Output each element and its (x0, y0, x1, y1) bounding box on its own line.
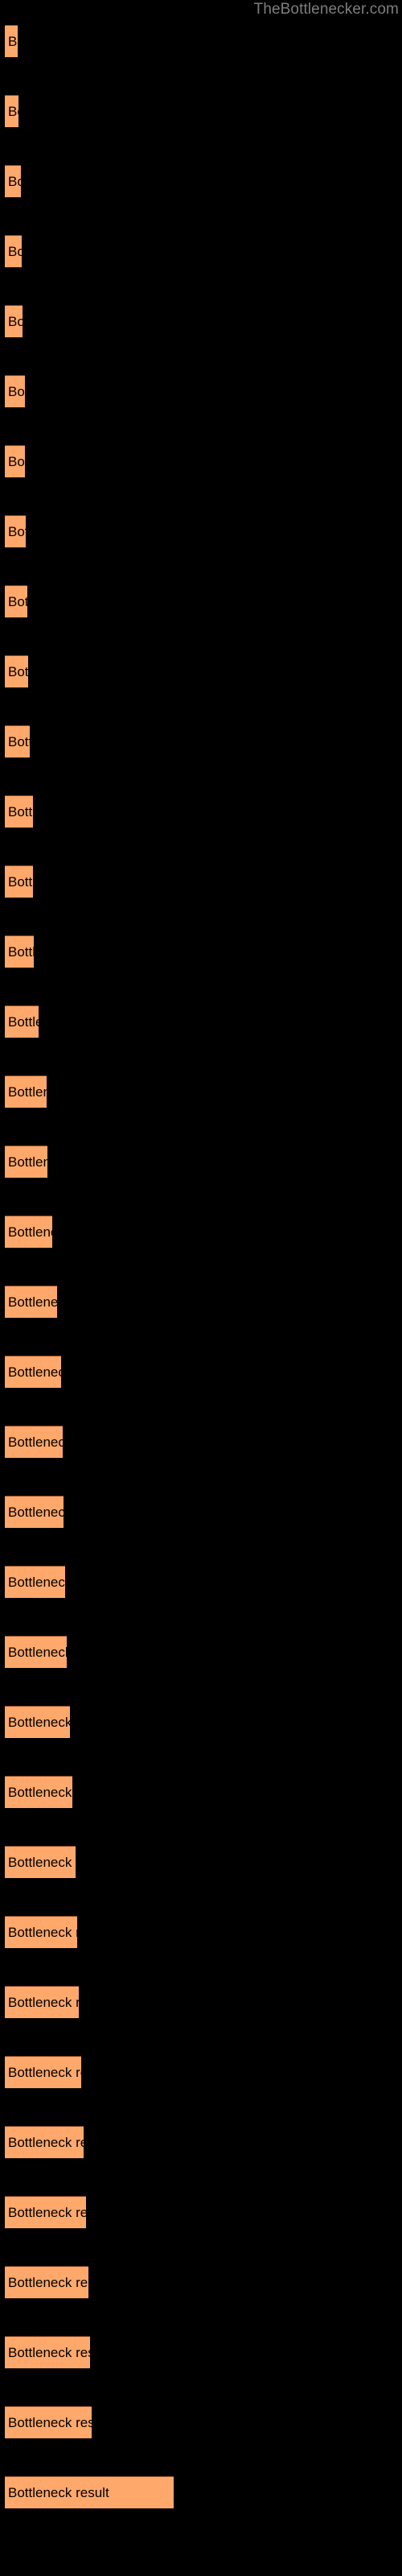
bar-segment[interactable]: Bottleneck result (5, 1916, 77, 1948)
bar-label: Bottleneck result (8, 1154, 47, 1170)
bar-label: Bottleneck result (8, 874, 33, 890)
bar-label: Bottleneck result (8, 734, 30, 749)
bar-segment[interactable]: Bottleneck result (5, 1356, 61, 1388)
bar-label: Bottleneck result (8, 1995, 79, 2010)
bar-segment[interactable]: Bottleneck result (5, 725, 30, 758)
bar-segment[interactable]: Bottleneck result (5, 2126, 84, 2158)
bar-segment[interactable]: Bottleneck result (5, 655, 28, 687)
bar-segment[interactable]: Bottleneck result (5, 515, 26, 547)
bar-segment[interactable]: Bottleneck result (5, 1216, 52, 1248)
bar-segment[interactable]: Bottleneck result (5, 1426, 63, 1458)
bar-segment[interactable]: Bottleneck result (5, 1566, 65, 1598)
bar-segment[interactable]: Bottleneck result (5, 235, 22, 267)
bar-label: Bottleneck result (8, 1715, 70, 1730)
bar-segment[interactable]: Bottleneck result (5, 375, 25, 407)
bar-label: Bottleneck result (8, 2415, 92, 2430)
bar-segment[interactable]: Bottleneck result (5, 2406, 92, 2438)
bar-label: Bottleneck result (8, 1084, 47, 1100)
bar-segment[interactable]: Bottleneck result (5, 305, 23, 337)
bar-label: Bottleneck result (8, 2205, 86, 2220)
bar-label: Bottleneck result (8, 594, 27, 609)
bar-label: Bottleneck result (8, 1224, 52, 1240)
bar-segment[interactable]: Bottleneck result (5, 1776, 72, 1808)
bar-label: Bottleneck result (8, 2345, 90, 2360)
bar-segment[interactable]: Bottleneck result (5, 1005, 39, 1038)
bar-segment[interactable]: Bottleneck result (5, 2196, 86, 2228)
bar-label: Bottleneck result (8, 2275, 88, 2290)
bar-segment[interactable]: Bottleneck result (5, 95, 18, 127)
bar-segment[interactable]: Bottleneck result (5, 1496, 64, 1528)
bar-label: Bottleneck result (8, 1505, 64, 1520)
bar-label: Bottleneck result (8, 1925, 77, 1940)
bar-segment[interactable]: Bottleneck result (5, 1075, 47, 1108)
bar-segment[interactable]: Bottleneck result (5, 25, 18, 57)
bar-label: Bottleneck result (8, 454, 25, 469)
bar-segment[interactable]: Bottleneck result (5, 935, 34, 968)
bar-segment[interactable]: Bottleneck result (5, 165, 21, 197)
bar-label: Bottleneck result (8, 944, 34, 960)
bar-label: Bottleneck result (8, 664, 28, 679)
bar-label: Bottleneck result (8, 524, 26, 539)
bar-label: Bottleneck result (8, 804, 33, 819)
bar-segment[interactable]: Bottleneck result (5, 795, 33, 828)
bar-segment[interactable]: Bottleneck result (5, 1636, 67, 1668)
bar-label: Bottleneck result (8, 314, 23, 329)
bar-label: Bottleneck result (8, 1435, 63, 1450)
bar-segment[interactable]: Bottleneck result (5, 865, 33, 898)
bar-label: Bottleneck result (8, 2135, 84, 2150)
bar-label: Bottleneck result (8, 1855, 76, 1870)
bar-label: Bottleneck result (8, 104, 18, 119)
bar-label: Bottleneck result (8, 384, 25, 399)
bar-segment[interactable]: Bottleneck result (5, 1846, 76, 1878)
bar-label: Bottleneck result (8, 2065, 81, 2080)
bar-label: Bottleneck result (8, 1364, 61, 1380)
bar-segment[interactable]: Bottleneck result (5, 1286, 57, 1318)
bar-chart-root: TheBottlenecker.com Bottleneck resultBot… (0, 0, 402, 2576)
bar-segment[interactable]: Bottleneck result (5, 445, 25, 477)
bar-segment[interactable]: Bottleneck result (5, 2336, 90, 2368)
bar-segment[interactable]: Bottleneck result (5, 2056, 81, 2088)
bar-segment[interactable]: Bottleneck result (5, 1986, 79, 2018)
bar-label: Bottleneck result (8, 1014, 39, 1030)
bar-label: Bottleneck result (8, 1575, 65, 1590)
bar-label: Bottleneck result (8, 244, 22, 259)
bar-label: Bottleneck result (8, 174, 21, 189)
bar-segment[interactable]: Bottleneck result (5, 2266, 88, 2298)
bar-label: Bottleneck result (8, 1294, 57, 1310)
bar-label: Bottleneck result (8, 1645, 67, 1660)
bar-segment[interactable]: Bottleneck result (5, 585, 27, 617)
bars-layer: Bottleneck result Bottleneck result Bottle… (0, 0, 402, 2576)
bar-segment[interactable]: Bottleneck result (5, 2476, 174, 2508)
bar-label: Bottleneck result (8, 34, 18, 49)
bar-label: Bottleneck result (8, 2485, 109, 2500)
bar-segment[interactable]: Bottleneck result (5, 1706, 70, 1738)
bar-segment[interactable]: Bottleneck result (5, 1146, 47, 1178)
bar-label: Bottleneck result (8, 1785, 72, 1800)
